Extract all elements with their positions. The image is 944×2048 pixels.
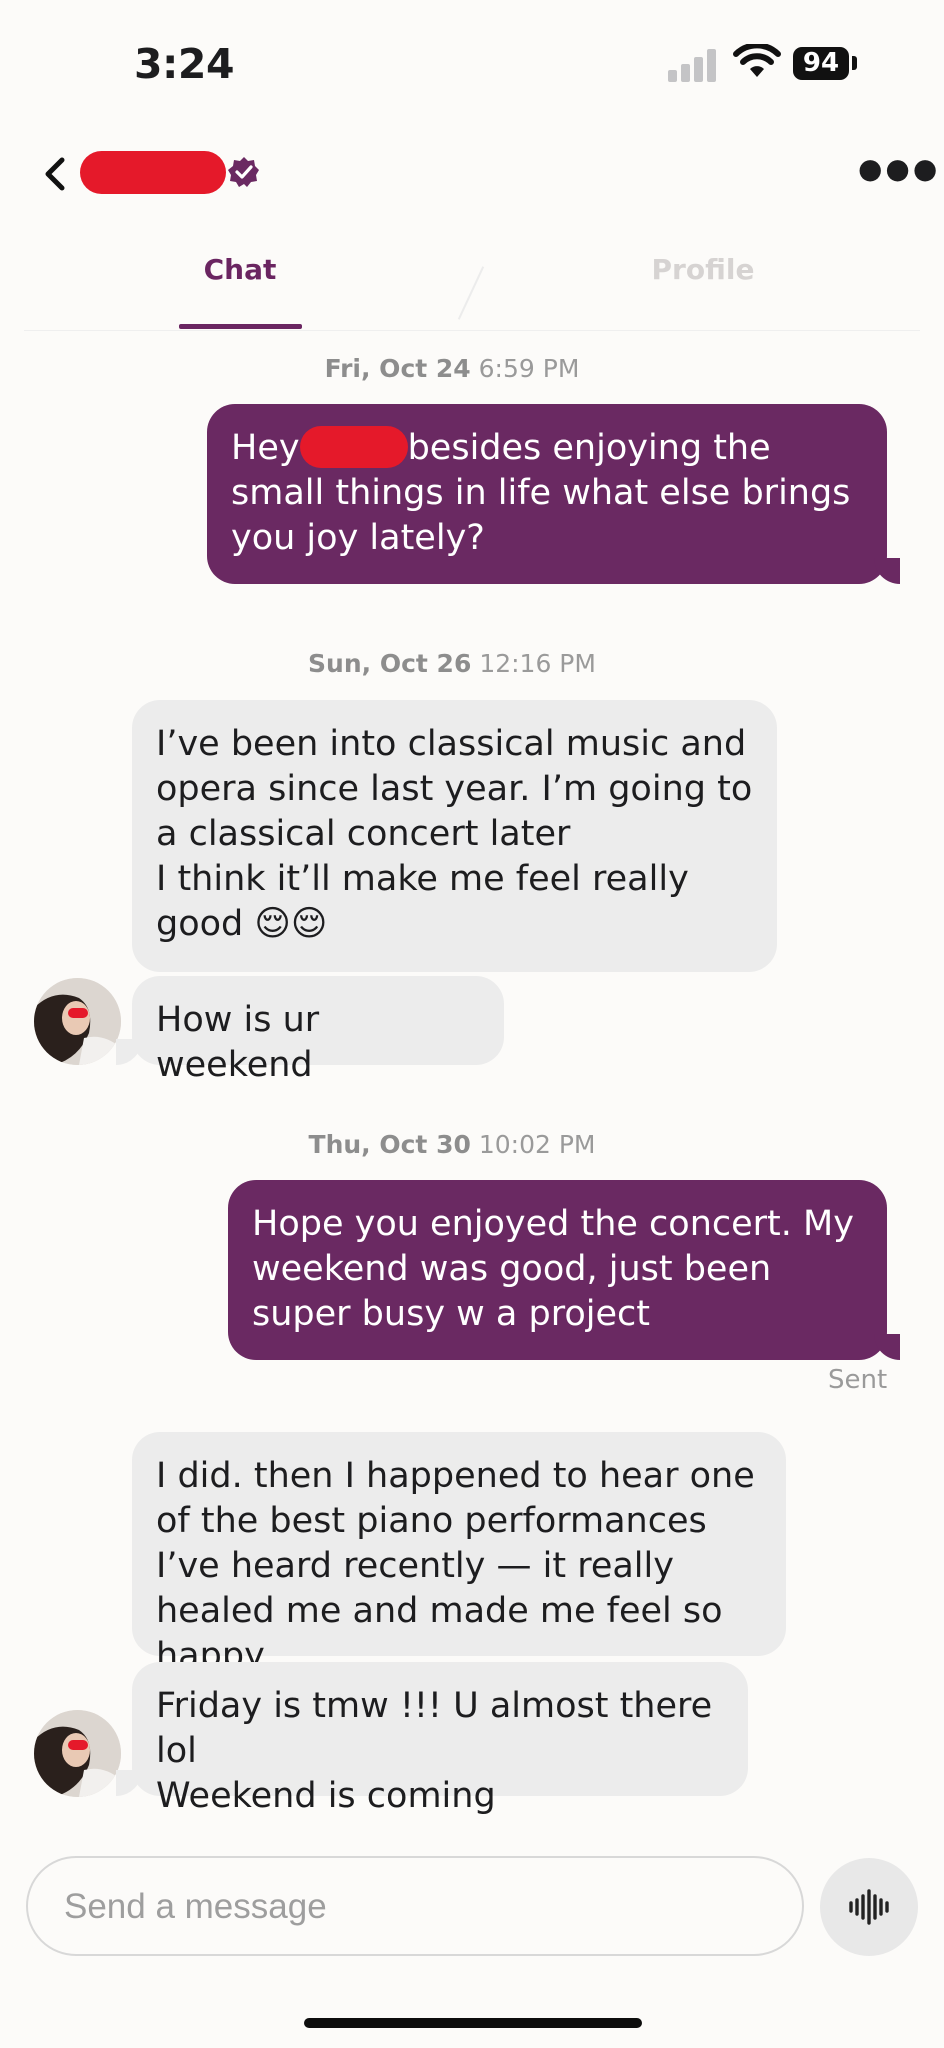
tab-divider [457, 266, 485, 320]
tab-profile[interactable]: Profile [553, 253, 853, 286]
voice-message-button[interactable] [820, 1858, 918, 1956]
tab-chat[interactable]: Chat [90, 253, 390, 286]
contact-avatar[interactable] [34, 978, 121, 1065]
bubble-tail [116, 1039, 142, 1065]
status-time: 3:24 [134, 40, 234, 88]
wifi-icon [733, 44, 781, 77]
bubble-tail [874, 558, 900, 584]
date-stamp: Fri, Oct 24 6:59 PM [324, 354, 580, 383]
incoming-message[interactable]: Friday is tmw !!! U almost there lol Wee… [132, 1662, 748, 1816]
back-chevron-icon[interactable] [40, 152, 70, 196]
message-input[interactable] [62, 1858, 766, 1956]
date-stamp: Sun, Oct 26 12:16 PM [308, 649, 596, 678]
header-divider [24, 330, 920, 331]
cellular-signal-icon [668, 48, 716, 82]
home-indicator [304, 2018, 642, 2028]
incoming-message[interactable]: I’ve been into classical music and opera… [132, 700, 777, 972]
incoming-message[interactable]: I did. then I happened to hear one of th… [132, 1432, 786, 1676]
contact-avatar[interactable] [34, 1710, 121, 1797]
more-options-icon[interactable]: ●●● [858, 155, 940, 183]
date-stamp: Thu, Oct 30 10:02 PM [308, 1130, 596, 1159]
outgoing-message[interactable]: Hey besides enjoying the small things in … [207, 404, 887, 584]
voice-waveform-icon [849, 1889, 889, 1925]
incoming-message[interactable]: How is ur weekend [132, 976, 504, 1085]
active-tab-indicator [179, 324, 302, 329]
bubble-tail [116, 1770, 142, 1796]
bubble-tail [874, 1334, 900, 1360]
contact-name-redacted[interactable] [80, 151, 226, 194]
sent-status: Sent [828, 1365, 888, 1395]
battery-icon: 94 [793, 47, 849, 80]
redacted-name [299, 426, 408, 468]
battery-cap [852, 56, 857, 70]
message-input-container[interactable] [26, 1856, 804, 1956]
outgoing-message[interactable]: Hope you enjoyed the concert. My weekend… [228, 1180, 887, 1360]
verified-badge-icon [228, 157, 259, 187]
